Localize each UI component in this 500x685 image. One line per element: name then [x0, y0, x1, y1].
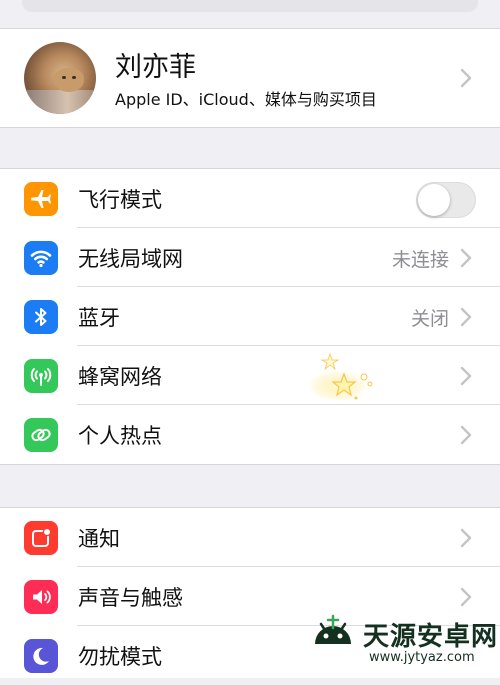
- row-label: 飞行模式: [78, 188, 162, 212]
- settings-row-personal-hotspot[interactable]: 个人热点: [0, 405, 500, 464]
- airplane-icon: [24, 182, 58, 216]
- sparkle-decoration: [308, 352, 373, 402]
- bluetooth-icon: [24, 300, 58, 334]
- chevron-right-icon: [460, 248, 472, 268]
- row-label: 个人热点: [78, 424, 162, 448]
- chevron-right-icon: [460, 366, 472, 386]
- chevron-right-icon: [460, 587, 472, 607]
- previous-section-edge: [22, 0, 478, 12]
- cellular-icon: [24, 359, 58, 393]
- row-label: 无线局域网: [78, 247, 183, 271]
- row-label: 蜂窝网络: [78, 365, 162, 389]
- sound-icon: [24, 580, 58, 614]
- row-value: 未连接: [391, 249, 449, 271]
- avatar: [24, 42, 96, 114]
- airplane-mode-toggle[interactable]: [416, 182, 476, 218]
- chevron-right-icon: [460, 68, 472, 88]
- settings-row-airplane-mode: 飞行模式: [0, 169, 500, 228]
- row-value: 关闭: [410, 308, 449, 330]
- notifications-icon: [24, 521, 58, 555]
- site-watermark: 天源安卓网 www.jytyaz.com: [305, 612, 500, 667]
- chevron-right-icon: [460, 528, 472, 548]
- row-label: 声音与触感: [78, 586, 183, 610]
- watermark-url: www.jytyaz.com: [369, 650, 475, 665]
- wifi-icon: [24, 241, 58, 275]
- settings-row-cellular[interactable]: 蜂窝网络: [0, 346, 500, 405]
- settings-row-notifications[interactable]: 通知: [0, 508, 500, 567]
- moon-icon: [24, 639, 58, 673]
- settings-row-bluetooth[interactable]: 蓝牙 关闭: [0, 287, 500, 346]
- row-label: 通知: [78, 527, 120, 551]
- apple-id-profile-row[interactable]: 刘亦菲 Apple ID、iCloud、媒体与购买项目: [0, 28, 500, 128]
- settings-row-wifi[interactable]: 无线局域网 未连接: [0, 228, 500, 287]
- profile-subtitle: Apple ID、iCloud、媒体与购买项目: [115, 90, 377, 109]
- profile-name: 刘亦菲: [115, 52, 196, 83]
- chevron-right-icon: [460, 307, 472, 327]
- row-label: 蓝牙: [78, 306, 120, 330]
- android-logo-icon: [315, 614, 351, 644]
- hotspot-icon: [24, 418, 58, 452]
- network-settings-group: 飞行模式 无线局域网 未连接 蓝牙 关闭 蜂窝网络 个人热点: [0, 168, 500, 465]
- watermark-title: 天源安卓网: [363, 622, 499, 652]
- chevron-right-icon: [460, 425, 472, 445]
